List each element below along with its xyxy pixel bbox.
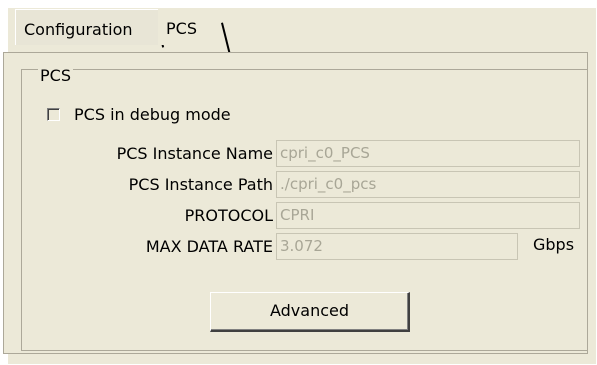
debug-mode-checkbox[interactable] [47, 108, 60, 121]
instance-path-label: PCS Instance Path [128, 175, 273, 194]
instance-name-input[interactable]: cpri_c0_PCS [276, 140, 580, 167]
max-data-rate-input[interactable]: 3.072 [276, 233, 518, 260]
tab-pcs[interactable]: PCS [158, 9, 230, 45]
protocol-input[interactable]: CPRI [276, 202, 580, 229]
max-data-rate-unit: Gbps [533, 235, 575, 254]
max-data-rate-label: MAX DATA RATE [145, 237, 273, 256]
tab-configuration[interactable]: Configuration [15, 9, 159, 45]
instance-name-label: PCS Instance Name [116, 144, 273, 163]
tab-configuration-label: Configuration [24, 20, 133, 39]
groupbox-title: PCS [38, 66, 73, 85]
protocol-label: PROTOCOL [184, 206, 273, 225]
tab-pcs-label: PCS [166, 19, 197, 38]
advanced-button[interactable]: Advanced [210, 292, 410, 332]
debug-mode-label[interactable]: PCS in debug mode [74, 105, 231, 124]
instance-path-input[interactable]: ./cpri_c0_pcs [276, 171, 580, 198]
